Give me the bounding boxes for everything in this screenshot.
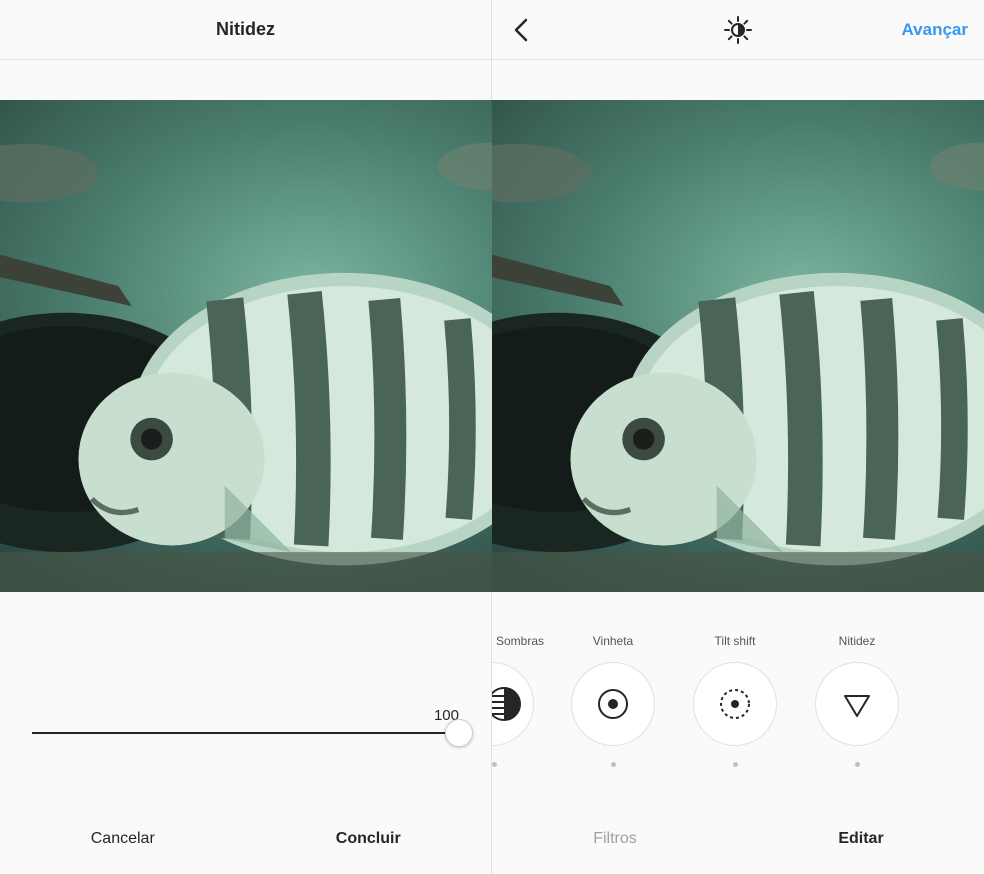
slider-value-label: 100 [32,707,459,724]
edit-tools-strip[interactable]: Sombras Vinheta [492,634,984,804]
tool-indicator-dot [733,762,738,767]
adjust-title: Nitidez [216,19,275,40]
lux-button[interactable] [723,15,753,45]
tool-sharpen[interactable]: Nitidez [796,634,918,804]
done-button[interactable]: Concluir [246,804,492,874]
sharpness-slider-wrap: 100 [0,707,491,734]
tab-edit[interactable]: Editar [738,804,984,874]
controls-right: Sombras Vinheta [492,592,984,874]
tab-filters[interactable]: Filtros [492,804,738,874]
tool-circle [815,662,899,746]
edit-bottom-tabs: Filtros Editar [492,804,984,874]
back-button[interactable] [512,0,530,59]
tool-indicator-dot [611,762,616,767]
adjust-bottom-bar: Cancelar Concluir [0,804,491,874]
tool-circle [693,662,777,746]
edit-panel: Avançar Sombras [492,0,984,874]
header-right: Avançar [492,0,984,60]
controls-left: 100 Cancelar Concluir [0,592,491,874]
tool-circle [492,662,534,746]
tool-label: Vinheta [593,634,633,650]
tool-label: Nitidez [839,634,876,650]
sharpness-slider[interactable] [32,732,459,734]
sun-icon [723,15,753,45]
cancel-button[interactable]: Cancelar [0,804,246,874]
tool-label: Tilt shift [715,634,756,650]
photo-preview-left[interactable] [0,100,492,592]
tilt-shift-icon [717,686,753,722]
photo-preview-right[interactable] [492,100,984,592]
tool-label: Sombras [492,634,544,650]
tool-indicator-dot [492,762,497,767]
sharpness-adjust-panel: Nitidez 100 Cancelar Concluir [0,0,492,874]
chevron-left-icon [512,16,530,44]
tool-shadows[interactable]: Sombras [492,634,552,804]
slider-knob[interactable] [445,719,473,747]
shadows-icon [492,686,522,722]
tool-circle [571,662,655,746]
next-button[interactable]: Avançar [902,0,968,59]
tool-tilt-shift[interactable]: Tilt shift [674,634,796,804]
tool-indicator-dot [855,762,860,767]
sharpen-icon [839,686,875,722]
vignette-icon [595,686,631,722]
tool-vignette[interactable]: Vinheta [552,634,674,804]
header-left: Nitidez [0,0,491,60]
